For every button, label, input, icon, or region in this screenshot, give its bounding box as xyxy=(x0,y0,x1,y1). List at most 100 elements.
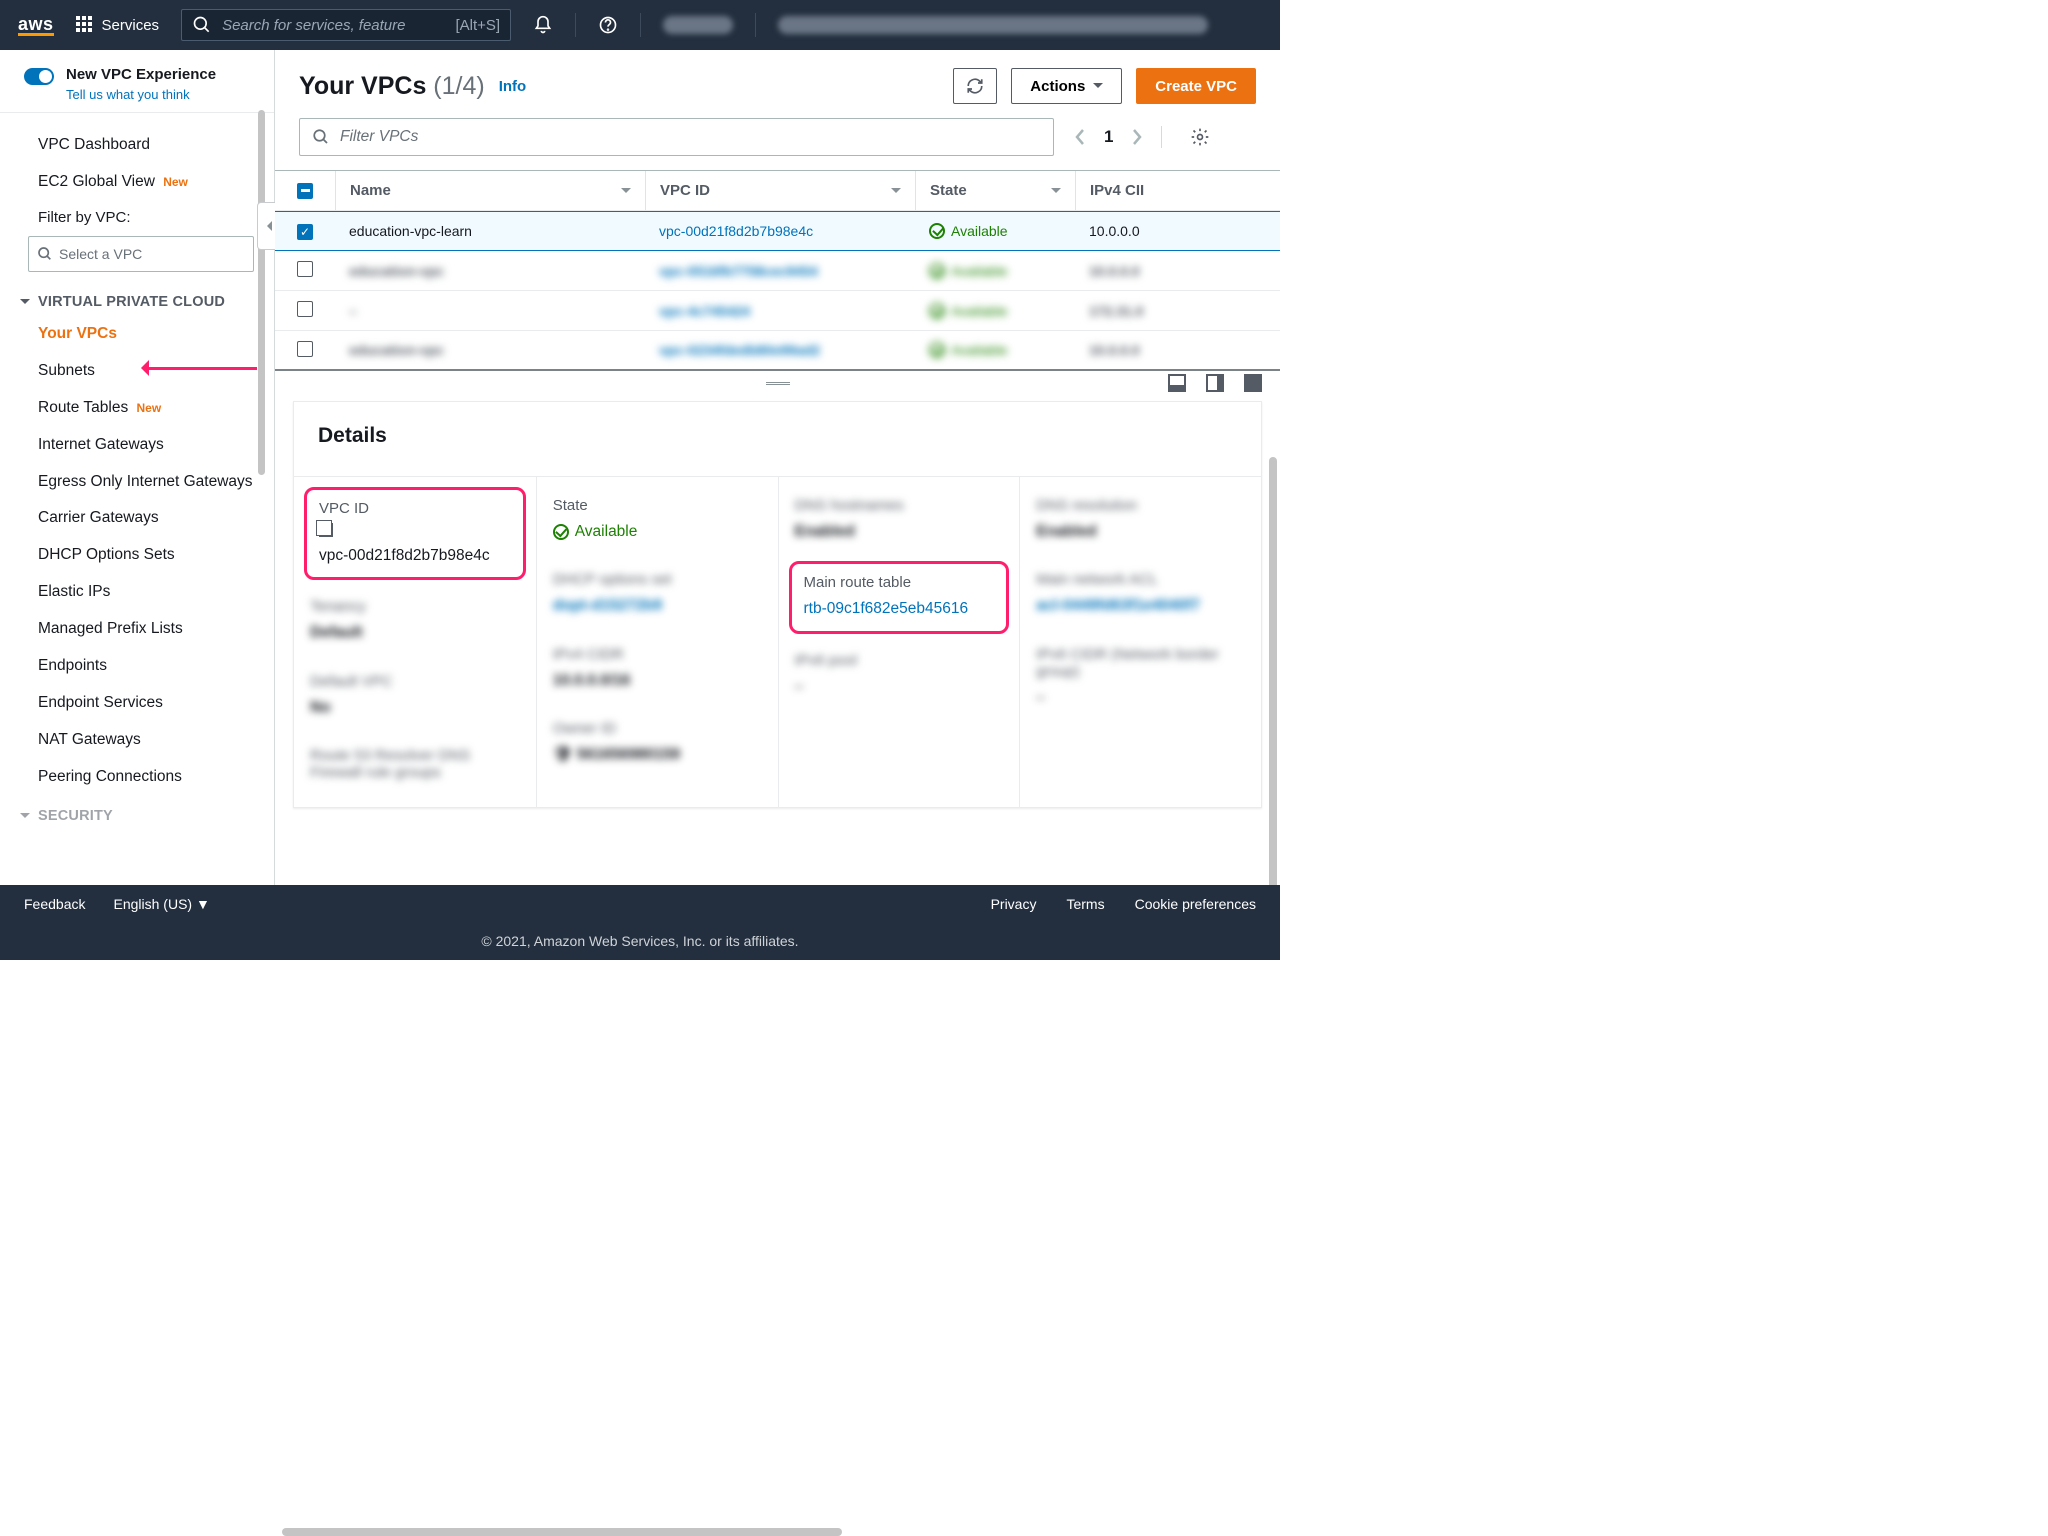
next-page[interactable] xyxy=(1131,128,1143,146)
actions-button[interactable]: Actions xyxy=(1011,68,1122,104)
new-badge: New xyxy=(163,175,188,189)
content-scrollbar[interactable] xyxy=(1269,457,1277,885)
chevron-left-icon xyxy=(262,221,272,231)
check-icon xyxy=(553,524,569,540)
layout-side[interactable] xyxy=(1206,374,1224,392)
nav-endpoint-services[interactable]: Endpoint Services xyxy=(0,685,274,722)
row-checkbox[interactable] xyxy=(297,301,313,317)
nav-peering[interactable]: Peering Connections xyxy=(0,759,274,796)
content-area: Your VPCs (1/4) Info Actions Create VPC … xyxy=(275,50,1280,885)
aws-logo[interactable]: aws xyxy=(18,14,54,35)
row-checkbox[interactable]: ✓ xyxy=(297,224,313,240)
search-icon xyxy=(192,15,212,35)
table-row[interactable]: – vpc-4c745424 Available 172.31.0 xyxy=(275,291,1280,331)
nav-prefix-lists[interactable]: Managed Prefix Lists xyxy=(0,611,274,648)
prev-page[interactable] xyxy=(1074,128,1086,146)
cell-vpc-id[interactable]: vpc-0516fb7758cec9454 xyxy=(645,263,915,279)
section-vpc-heading[interactable]: VIRTUAL PRIVATE CLOUD xyxy=(0,282,274,316)
sort-icon[interactable] xyxy=(891,188,901,198)
detail-main-acl: Main network ACL acl-0449fd63f1e4040f7 xyxy=(1036,571,1245,617)
col-vpc-id[interactable]: VPC ID xyxy=(660,182,710,199)
cell-vpc-id[interactable]: vpc-00d21f8d2b7b98e4c xyxy=(645,223,915,239)
page-title: Your VPCs (1/4) xyxy=(299,72,485,101)
refresh-button[interactable] xyxy=(953,68,997,104)
detail-ipv6-cidr: IPv6 CIDR (Network border group) – xyxy=(1036,646,1245,709)
detail-vpc-id: VPC ID vpc-00d21f8d2b7b98e4c xyxy=(304,487,526,580)
new-badge: New xyxy=(137,401,162,415)
detail-main-route-table: Main route table rtb-09c1f682e5eb45616 xyxy=(789,561,1010,633)
settings-button[interactable] xyxy=(1190,127,1210,147)
detail-default-vpc: Default VPC No xyxy=(310,673,520,719)
col-state[interactable]: State xyxy=(930,182,967,199)
sort-icon[interactable] xyxy=(1051,188,1061,198)
select-vpc-filter[interactable]: Select a VPC xyxy=(28,236,254,272)
filter-vpcs-input[interactable]: Filter VPCs xyxy=(299,118,1054,156)
table-row[interactable]: education-vpc vpc-0234fdedb80e99ad2 Avai… xyxy=(275,331,1280,371)
copyright: © 2021, Amazon Web Services, Inc. or its… xyxy=(0,922,1280,960)
filter-placeholder: Filter VPCs xyxy=(340,128,418,146)
nav-internet-gateways[interactable]: Internet Gateways xyxy=(0,427,274,464)
bell-icon[interactable] xyxy=(533,15,553,35)
language-selector[interactable]: English (US) ▼ xyxy=(113,896,209,912)
detail-owner: Owner ID 🛡 561656980159 xyxy=(553,720,762,766)
cell-state: Available xyxy=(929,303,1008,319)
nav-elastic-ips[interactable]: Elastic IPs xyxy=(0,574,274,611)
help-icon[interactable] xyxy=(598,15,618,35)
filter-by-vpc-label: Filter by VPC: xyxy=(0,201,274,230)
feedback-link[interactable]: Tell us what you think xyxy=(66,87,216,102)
grid-icon xyxy=(76,16,94,34)
info-link[interactable]: Info xyxy=(499,78,527,95)
col-cidr[interactable]: IPv4 CII xyxy=(1090,182,1144,199)
nav-carrier-gateways[interactable]: Carrier Gateways xyxy=(0,500,274,537)
details-heading: Details xyxy=(294,402,1261,476)
nav-ec2-global[interactable]: EC2 Global View New xyxy=(0,164,274,201)
nav-nat-gateways[interactable]: NAT Gateways xyxy=(0,722,274,759)
terms-link[interactable]: Terms xyxy=(1066,896,1104,912)
select-all-checkbox[interactable] xyxy=(297,183,313,199)
horizontal-scrollbar[interactable] xyxy=(282,1528,842,1536)
nav-route-tables[interactable]: Route Tables New xyxy=(0,390,274,427)
nav-egress-gateways[interactable]: Egress Only Internet Gateways xyxy=(0,464,274,501)
feedback-link[interactable]: Feedback xyxy=(24,896,85,912)
new-experience-toggle[interactable] xyxy=(24,68,54,85)
cell-name: education-vpc xyxy=(335,263,645,279)
sidebar-collapse[interactable] xyxy=(257,202,275,250)
splitter[interactable] xyxy=(275,371,1280,395)
cell-vpc-id[interactable]: vpc-0234fdedb80e99ad2 xyxy=(645,342,915,358)
global-search[interactable]: Search for services, feature [Alt+S] xyxy=(181,9,511,41)
cell-cidr: 10.0.0.0 xyxy=(1075,342,1270,358)
copy-icon[interactable] xyxy=(319,523,333,537)
region-selector[interactable] xyxy=(663,16,733,34)
detail-dns-hostnames: DNS hostnames Enabled xyxy=(795,497,1004,543)
layout-bottom[interactable] xyxy=(1168,374,1186,392)
nav-dhcp[interactable]: DHCP Options Sets xyxy=(0,537,274,574)
main-route-table-link[interactable]: rtb-09c1f682e5eb45616 xyxy=(804,597,995,620)
sort-icon[interactable] xyxy=(621,188,631,198)
layout-full[interactable] xyxy=(1244,374,1262,392)
account-menu[interactable] xyxy=(778,16,1208,34)
create-vpc-button[interactable]: Create VPC xyxy=(1136,68,1256,104)
privacy-link[interactable]: Privacy xyxy=(991,896,1037,912)
detail-dhcp: DHCP options set dopt-d15272b9 xyxy=(553,571,762,617)
col-name[interactable]: Name xyxy=(350,182,391,199)
nav-vpc-dashboard[interactable]: VPC Dashboard xyxy=(0,127,274,164)
nav-endpoints[interactable]: Endpoints xyxy=(0,648,274,685)
search-shortcut: [Alt+S] xyxy=(455,17,500,34)
cell-name: education-vpc xyxy=(335,342,645,358)
cell-vpc-id[interactable]: vpc-4c745424 xyxy=(645,303,915,319)
table-row[interactable]: ✓ education-vpc-learn vpc-00d21f8d2b7b98… xyxy=(275,211,1280,251)
chevron-left-icon xyxy=(1074,128,1086,146)
select-vpc-placeholder: Select a VPC xyxy=(59,246,142,262)
vpc-table: Name VPC ID State IPv4 CII ✓ education-v… xyxy=(275,170,1280,371)
services-menu[interactable]: Services xyxy=(76,16,160,34)
details-panel: Details VPC ID vpc-00d21f8d2b7b98e4c Ten… xyxy=(293,401,1262,808)
table-row[interactable]: education-vpc vpc-0516fb7758cec9454 Avai… xyxy=(275,251,1280,291)
cookies-link[interactable]: Cookie preferences xyxy=(1135,896,1256,912)
nav-your-vpcs[interactable]: Your VPCs xyxy=(0,316,274,353)
sidebar-scrollbar[interactable] xyxy=(258,110,265,475)
check-icon xyxy=(929,223,945,239)
section-security-heading[interactable]: SECURITY xyxy=(0,796,274,830)
row-checkbox[interactable] xyxy=(297,341,313,357)
top-nav: aws Services Search for services, featur… xyxy=(0,0,1280,50)
row-checkbox[interactable] xyxy=(297,261,313,277)
